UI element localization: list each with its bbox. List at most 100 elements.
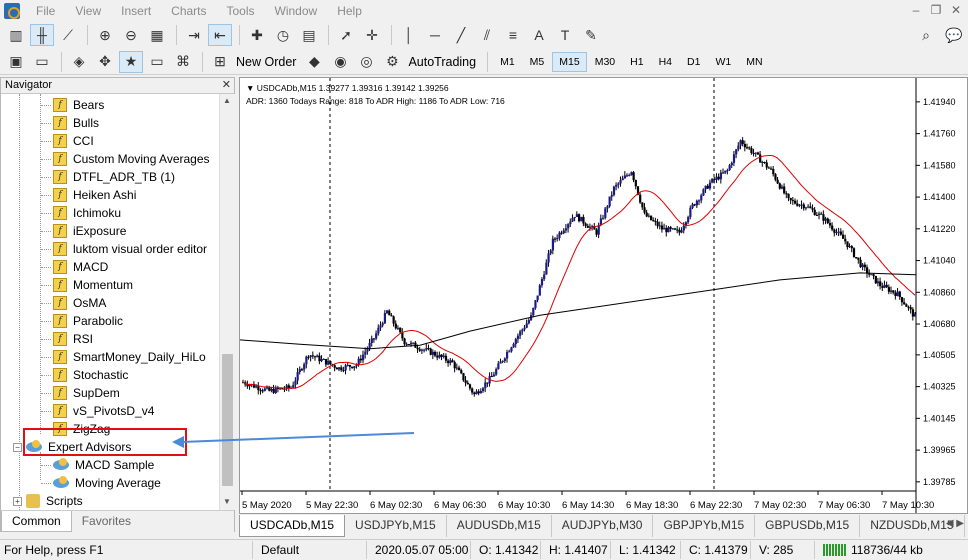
tf-m15[interactable]: M15: [552, 51, 587, 72]
indicator-item[interactable]: f Custom Moving Averages: [41, 150, 210, 168]
menu-charts[interactable]: Charts: [161, 4, 216, 18]
indicator-item[interactable]: f Stochastic: [41, 366, 128, 384]
menu-file[interactable]: File: [26, 4, 65, 18]
text-icon[interactable]: A: [527, 24, 551, 46]
menu-insert[interactable]: Insert: [111, 4, 161, 18]
expert-advisor-item[interactable]: Moving Average: [41, 474, 161, 492]
chart-shift-icon[interactable]: ⇤: [208, 24, 232, 46]
signals-icon[interactable]: ◉: [328, 51, 352, 73]
minimize-icon[interactable]: –: [908, 3, 924, 17]
indicator-label: OsMA: [73, 296, 107, 310]
autoscroll-icon[interactable]: ⇥: [182, 24, 206, 46]
metaeditor-icon[interactable]: ◆: [302, 51, 326, 73]
tf-h4[interactable]: H4: [652, 52, 679, 72]
scrollbar-thumb[interactable]: [222, 354, 233, 486]
new-order-button[interactable]: New Order: [236, 55, 296, 69]
chart-tab[interactable]: USDCADb,M15: [239, 515, 346, 537]
tf-m5[interactable]: M5: [523, 52, 552, 72]
equidistant-channel-icon[interactable]: ⫽: [475, 24, 499, 46]
indicator-item[interactable]: f Bulls: [41, 114, 99, 132]
indicator-item[interactable]: f Parabolic: [41, 312, 123, 330]
arrows-icon[interactable]: ✎: [579, 24, 603, 46]
indicators-icon[interactable]: ✚: [245, 24, 269, 46]
price-label: 1.40860: [923, 287, 956, 297]
menu-window[interactable]: Window: [265, 4, 328, 18]
indicator-item[interactable]: f RSI: [41, 330, 93, 348]
fibonacci-icon[interactable]: ≡: [501, 24, 525, 46]
indicator-item[interactable]: f MACD: [41, 258, 108, 276]
tree-node-scripts[interactable]: + Scripts: [13, 492, 83, 510]
close-icon[interactable]: ✕: [948, 3, 964, 17]
tf-m1[interactable]: M1: [493, 52, 522, 72]
indicator-item[interactable]: f iExposure: [41, 222, 126, 240]
chart-tab[interactable]: AUDUSDb,M15: [447, 515, 552, 537]
tf-m30[interactable]: M30: [588, 52, 622, 72]
indicator-label: iExposure: [73, 224, 127, 238]
tree-node-expert-advisors[interactable]: − Expert Advisors: [13, 438, 131, 456]
scroll-up-icon[interactable]: ▲: [223, 96, 231, 105]
indicator-item[interactable]: f SmartMoney_Daily_HiLo: [41, 348, 206, 366]
candle-body: [460, 370, 463, 374]
indicator-item[interactable]: f vS_PivotsD_v4: [41, 402, 154, 420]
trendline-icon[interactable]: ╱: [449, 24, 473, 46]
indicator-item[interactable]: f CCI: [41, 132, 94, 150]
collapse-icon[interactable]: −: [13, 442, 22, 452]
indicator-item[interactable]: f SupDem: [41, 384, 120, 402]
candle-body: [584, 223, 587, 226]
tile-windows-icon[interactable]: ▦: [145, 24, 169, 46]
candle-body: [383, 313, 387, 324]
tf-w1[interactable]: W1: [708, 52, 738, 72]
tab-favorites[interactable]: Favorites: [72, 511, 141, 532]
chart-tab[interactable]: GBPUSDb,M15: [755, 515, 861, 537]
tf-mn[interactable]: MN: [739, 52, 769, 72]
expand-icon[interactable]: +: [13, 496, 22, 506]
menu-help[interactable]: Help: [327, 4, 372, 18]
radio-icon[interactable]: ◎: [354, 51, 378, 73]
indicator-item[interactable]: f Momentum: [41, 276, 133, 294]
chart-tab[interactable]: AUDJPYb,M30: [552, 515, 654, 537]
horizontal-line-icon[interactable]: ─: [423, 24, 447, 46]
strategy-tester-icon[interactable]: ⌘: [171, 51, 195, 73]
autotrading-button[interactable]: AutoTrading: [408, 55, 476, 69]
chart-candles-icon[interactable]: ╫: [30, 24, 54, 46]
autotrading-icon[interactable]: ⚙: [380, 51, 404, 73]
tab-scroll-icon[interactable]: ◀ ▶: [946, 518, 964, 529]
periods-icon[interactable]: ◷: [271, 24, 295, 46]
chart-tab[interactable]: USDJPYb,M15: [345, 515, 447, 537]
profiles-icon[interactable]: ▭: [30, 51, 54, 73]
chat-icon[interactable]: 💬: [942, 24, 966, 46]
indicator-item[interactable]: f Heiken Ashi: [41, 186, 136, 204]
tf-h1[interactable]: H1: [623, 52, 650, 72]
market-watch-icon[interactable]: ◈: [67, 51, 91, 73]
indicator-item[interactable]: f Bears: [41, 96, 104, 114]
tab-common[interactable]: Common: [1, 511, 72, 532]
expert-advisor-item[interactable]: MACD Sample: [41, 456, 154, 474]
search-icon[interactable]: ⌕: [914, 24, 938, 46]
templates-icon[interactable]: ▤: [297, 24, 321, 46]
zoom-out-icon[interactable]: ⊖: [119, 24, 143, 46]
menu-view[interactable]: View: [65, 4, 111, 18]
scroll-down-icon[interactable]: ▼: [223, 497, 231, 506]
crosshair-icon[interactable]: ✛: [360, 24, 384, 46]
chart-bars-icon[interactable]: ▥: [4, 24, 28, 46]
chart-line-icon[interactable]: ⟋: [56, 24, 80, 46]
navigator-icon[interactable]: ★: [119, 50, 143, 73]
new-chart-icon[interactable]: ▣: [4, 51, 28, 73]
indicator-item[interactable]: f ZigZag: [41, 420, 110, 438]
new-order-icon[interactable]: ⊞: [208, 51, 232, 73]
indicator-item[interactable]: f Ichimoku: [41, 204, 121, 222]
data-window-icon[interactable]: ✥: [93, 51, 117, 73]
restore-icon[interactable]: ❐: [928, 3, 944, 17]
menu-tools[interactable]: Tools: [217, 4, 265, 18]
zoom-in-icon[interactable]: ⊕: [93, 24, 117, 46]
indicator-item[interactable]: f luktom visual order editor: [41, 240, 207, 258]
vertical-line-icon[interactable]: │: [397, 24, 421, 46]
text-label-icon[interactable]: T: [553, 24, 577, 46]
terminal-icon[interactable]: ▭: [145, 51, 169, 73]
chart-tab[interactable]: GBPJPYb,M15: [653, 515, 756, 537]
tf-d1[interactable]: D1: [680, 52, 707, 72]
indicator-item[interactable]: f DTFL_ADR_TB (1): [41, 168, 175, 186]
indicator-item[interactable]: f OsMA: [41, 294, 106, 312]
navigator-close-icon[interactable]: ✕: [222, 78, 231, 93]
cursor-icon[interactable]: ➚: [334, 24, 358, 46]
